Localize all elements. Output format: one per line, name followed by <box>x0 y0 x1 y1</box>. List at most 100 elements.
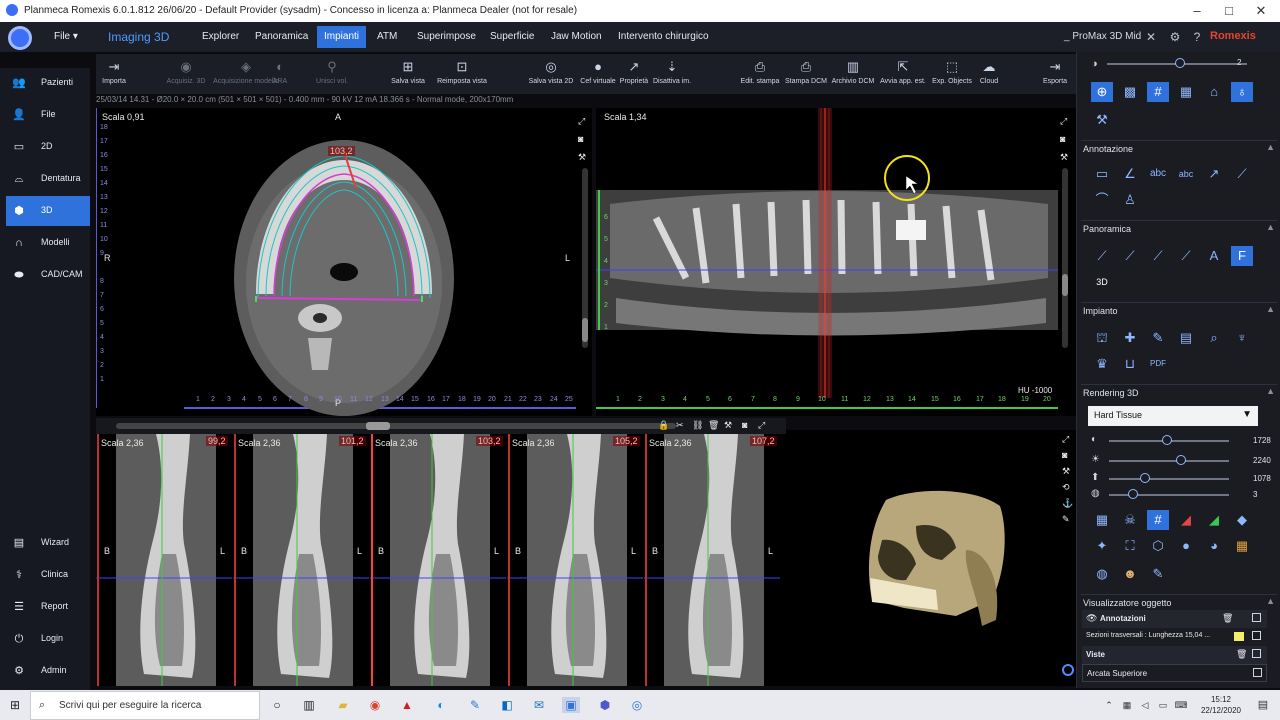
render-globe-icon[interactable]: ◍ <box>1091 564 1113 584</box>
rendering-preset-select[interactable]: Hard Tissue ▼ <box>1088 406 1258 426</box>
minimize-button[interactable]: – <box>1182 2 1212 20</box>
panoramic-scroll-thumb[interactable] <box>1062 274 1068 296</box>
text-box-icon[interactable]: abc <box>1175 164 1197 184</box>
cross-wrench-icon[interactable]: ⚒ <box>724 420 732 431</box>
network-icon[interactable]: ▦ <box>1118 697 1136 713</box>
cross-section-4[interactable]: Scala 2,36 105,2 B L <box>507 434 643 686</box>
tooth-annot-icon[interactable]: ♙ <box>1119 190 1141 210</box>
tab-superficie[interactable]: Superficie <box>483 26 541 48</box>
render-tools-icon[interactable]: ✎ <box>1147 564 1169 584</box>
nerve-icon[interactable]: ⌒ <box>1091 190 1113 210</box>
object-viewer-section-header[interactable]: Visualizzatore oggetto ▲ <box>1081 594 1277 610</box>
tab-impianti[interactable]: Impianti <box>317 26 367 48</box>
tab-panoramica[interactable]: Panoramica <box>248 26 315 48</box>
cross-tool-icon[interactable]: ✂ <box>676 420 684 431</box>
teams-icon[interactable]: ⬢ <box>596 697 614 713</box>
windows-start-icon[interactable]: ⊞ <box>6 697 24 713</box>
acrobat-icon[interactable]: ▲ <box>398 697 416 713</box>
mail-icon[interactable]: ✉ <box>530 697 548 713</box>
render-clip-red-icon[interactable]: ◢ <box>1175 510 1197 530</box>
object-row-upper-arch[interactable]: Arcata Superiore <box>1082 664 1267 682</box>
curve-delete-icon[interactable]: ⟋ <box>1175 246 1197 266</box>
merge-volumes-button[interactable]: ⚲ Unisci vol. <box>302 58 362 94</box>
slider-knob[interactable] <box>1161 435 1172 445</box>
tab-explorer[interactable]: Explorer <box>195 26 246 48</box>
taskbar-clock[interactable]: 15:12 22/12/2020 <box>1196 694 1246 716</box>
render-grid-icon[interactable]: # <box>1147 510 1169 530</box>
render-cube-icon[interactable]: ⬡ <box>1147 536 1169 556</box>
panoramic-fullscreen-icon[interactable]: ⤢ <box>1060 116 1067 127</box>
axial-scroll-thumb[interactable] <box>582 318 588 342</box>
panoramic-scrollbar[interactable] <box>1062 168 1068 348</box>
save-view-button[interactable]: ⊞ Salva vista <box>380 58 436 94</box>
pen-app-icon[interactable]: ✎ <box>466 697 484 713</box>
checkbox-icon[interactable] <box>1252 649 1261 658</box>
print-edit-button[interactable]: ⎙ Edit. stampa <box>736 58 784 94</box>
pdf-report-icon[interactable]: PDF <box>1147 354 1169 374</box>
implant-library-icon[interactable]: ▤ <box>1175 328 1197 348</box>
cross-section-scroll-thumb[interactable] <box>366 422 390 430</box>
slider-knob[interactable] <box>1128 489 1138 499</box>
image-icon[interactable]: ▦ <box>1175 82 1197 102</box>
3d-render-view[interactable]: ⤢ ◙ ⚒ ⟲ ⚓ ✎ <box>786 430 1076 686</box>
dental-icon[interactable]: ⌂ <box>1203 82 1225 102</box>
lock-icon[interactable]: 🔒 <box>658 420 669 431</box>
outlook-icon[interactable]: ◧ <box>498 697 516 713</box>
panoramic-section-header[interactable]: Panoramica ▲ <box>1081 220 1277 236</box>
checkbox-icon[interactable] <box>1252 613 1261 622</box>
cross-trash-icon[interactable]: 🗑 <box>708 420 719 431</box>
grid-icon[interactable]: # <box>1147 82 1169 102</box>
ara-button[interactable]: ◐ ARA <box>265 58 295 94</box>
taskbar-search-input[interactable]: ⌕ Scrivi qui per eseguire la ricerca <box>30 691 260 720</box>
maximize-button[interactable]: □ <box>1214 2 1244 20</box>
slider-knob[interactable] <box>1140 473 1150 483</box>
angle-icon[interactable]: ∠ <box>1119 164 1141 184</box>
curve-edit-icon[interactable]: ⟋ <box>1119 246 1141 266</box>
cross-section-scrollbar[interactable] <box>116 423 676 429</box>
trash-icon[interactable]: 🗑 <box>1222 613 1233 624</box>
axial-view[interactable]: Scala 0,91 A R L P 103,2 18 17 16 15 14 … <box>96 108 592 416</box>
sidebar-item-modelli[interactable]: ∩ Modelli <box>6 228 90 258</box>
acquire-3d-button[interactable]: ◉ Acquisiz. 3D <box>152 58 220 94</box>
cross-camera-icon[interactable]: ◙ <box>742 420 747 430</box>
render-soft-icon[interactable]: ◕ <box>1203 536 1225 556</box>
sidebar-item-report[interactable]: ☰ Report <box>6 592 90 622</box>
disable-image-button[interactable]: ⇣ Disattiva im. <box>648 58 696 94</box>
trash-icon[interactable]: 🗑 <box>1236 649 1247 660</box>
render-face-icon[interactable]: ☻ <box>1119 564 1141 584</box>
cross-fullscreen-icon[interactable]: ⤢ <box>758 420 765 431</box>
sidebar-item-login[interactable]: ⏻ Login <box>6 624 90 654</box>
export-objects-button[interactable]: ⬚ Exp. Objects <box>928 58 976 94</box>
language-icon[interactable]: ⌨ <box>1172 697 1190 713</box>
import-button[interactable]: ⇥ Importa <box>80 58 148 94</box>
sidebar-item-3d[interactable]: ⬢ 3D <box>6 196 90 226</box>
save-2d-view-button[interactable]: ◎ Salva vista 2D <box>522 58 580 94</box>
sidebar-item-dentatura[interactable]: ⌓ Dentatura <box>6 164 90 194</box>
launch-ext-app-button[interactable]: ⇱ Avvia app. est. <box>876 58 930 94</box>
battery-icon[interactable]: ▭ <box>1154 697 1172 713</box>
cross-link-icon[interactable]: ⛓ <box>692 420 703 431</box>
object-row-views[interactable]: Viste 🗑 <box>1082 646 1267 664</box>
render-skull-icon[interactable]: ☠ <box>1119 510 1141 530</box>
implant-search-icon[interactable]: ⌕ <box>1203 328 1225 348</box>
cross-section-5[interactable]: Scala 2,36 107,2 B L <box>644 434 780 686</box>
wrench-icon[interactable]: ⚒ <box>1091 110 1113 130</box>
sidebar-item-2d[interactable]: ▭ 2D <box>6 132 90 162</box>
help-icon[interactable]: ? <box>1190 30 1204 44</box>
tray-expand-icon[interactable]: ⌃ <box>1100 697 1118 713</box>
rendering-slider-brightness[interactable]: ☀ 2240 <box>1091 454 1275 468</box>
edge-icon[interactable]: ◐ <box>432 697 450 713</box>
pan-zoom-icon[interactable]: ⊕ <box>1091 82 1113 102</box>
tab-atm[interactable]: ATM <box>370 26 404 48</box>
task-view-icon[interactable]: ▥ <box>300 697 318 713</box>
romexis-taskbar-icon[interactable]: ▣ <box>562 697 580 713</box>
archive-dcm-button[interactable]: ▥ Archivio DCM <box>828 58 878 94</box>
checkbox-icon[interactable] <box>1253 668 1262 677</box>
notifications-icon[interactable]: ▤ <box>1254 697 1272 713</box>
tab-jaw-motion[interactable]: Jaw Motion <box>544 26 609 48</box>
ruler-icon[interactable]: ▭ <box>1091 164 1113 184</box>
annotation-section-header[interactable]: Annotazione ▲ <box>1081 140 1277 156</box>
panoramic-view[interactable]: Scala 1,34 HU -1000 6 5 4 3 2 1 1 2 3 4 … <box>596 108 1076 416</box>
panoramic-tool-icon[interactable]: ⚒ <box>1060 152 1068 163</box>
tooth-icon[interactable]: ♁ <box>1231 82 1253 102</box>
